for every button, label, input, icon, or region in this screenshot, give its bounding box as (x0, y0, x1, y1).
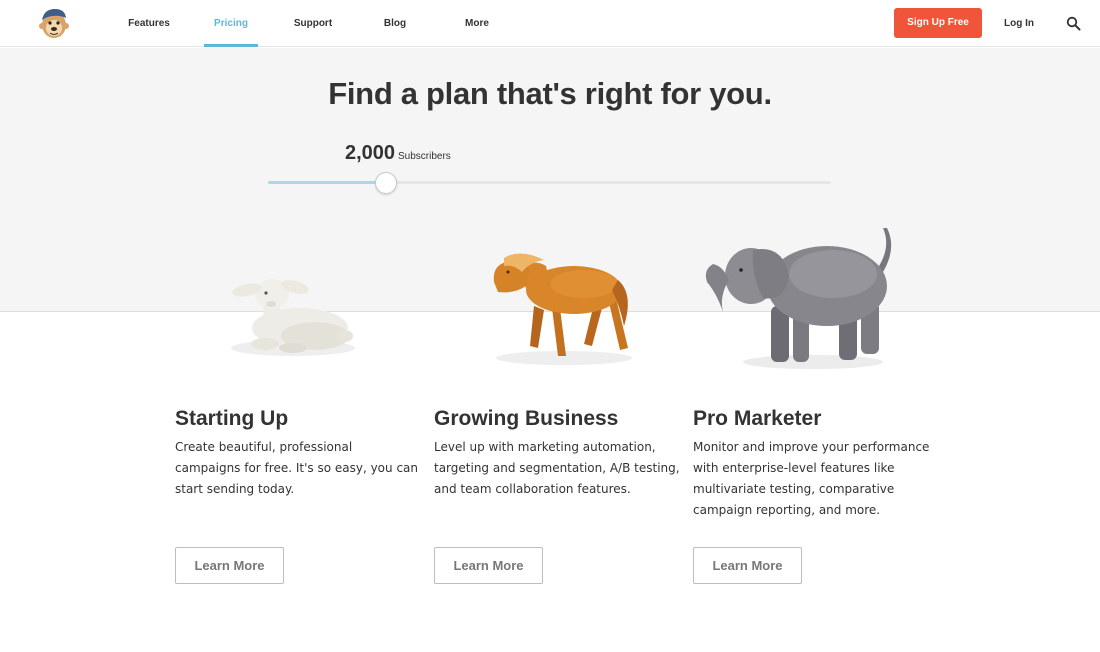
plan-description: Monitor and improve your performance wit… (693, 437, 933, 521)
plan-growing-business: Growing Business Level up with marketing… (434, 0, 680, 652)
learn-more-button[interactable]: Learn More (175, 547, 284, 584)
learn-more-button[interactable]: Learn More (434, 547, 543, 584)
active-tab-indicator (204, 44, 258, 47)
mailchimp-logo-icon[interactable] (38, 6, 70, 40)
nav-support[interactable]: Support (285, 0, 341, 47)
sign-up-free-button[interactable]: Sign Up Free (894, 8, 982, 38)
plan-description-line: Monitor and improve your performance (693, 440, 930, 454)
plan-starting-up: Starting Up Create beautiful, profession… (175, 0, 418, 652)
plan-description: Level up with marketing automation, targ… (434, 437, 680, 500)
plan-pro-marketer: Pro Marketer Monitor and improve your pe… (693, 0, 933, 652)
plan-description-line: multivariate testing, comparative (693, 482, 895, 496)
nav-blog[interactable]: Blog (374, 0, 416, 47)
plan-description-line: with enterprise-level features like (693, 461, 895, 475)
nav-features[interactable]: Features (120, 0, 178, 47)
horse-figurine-image (434, 186, 664, 392)
plan-description-line: targeting and segmentation, A/B testing, (434, 461, 680, 475)
plan-description-line: campaigns for free. It's so easy, you ca… (175, 461, 418, 475)
plan-description-line: Create beautiful, professional (175, 440, 353, 454)
nav-pricing[interactable]: Pricing (204, 0, 258, 47)
top-navbar: Features Pricing Support Blog More Sign … (0, 0, 1100, 47)
elephant-figurine-image (693, 186, 923, 392)
nav-more[interactable]: More (456, 0, 498, 47)
plan-description-line: and team collaboration features. (434, 482, 631, 496)
plan-description-line: campaign reporting, and more. (693, 503, 881, 517)
search-icon[interactable] (1066, 16, 1081, 31)
plan-description: Create beautiful, professional campaigns… (175, 437, 418, 500)
plan-title: Pro Marketer (693, 407, 822, 430)
lamb-figurine-image (175, 186, 405, 392)
learn-more-button[interactable]: Learn More (693, 547, 802, 584)
plan-description-line: start sending today. (175, 482, 295, 496)
plan-description-line: Level up with marketing automation, (434, 440, 656, 454)
log-in-link[interactable]: Log In (998, 0, 1040, 47)
plan-title: Growing Business (434, 407, 619, 430)
plan-title: Starting Up (175, 407, 289, 430)
